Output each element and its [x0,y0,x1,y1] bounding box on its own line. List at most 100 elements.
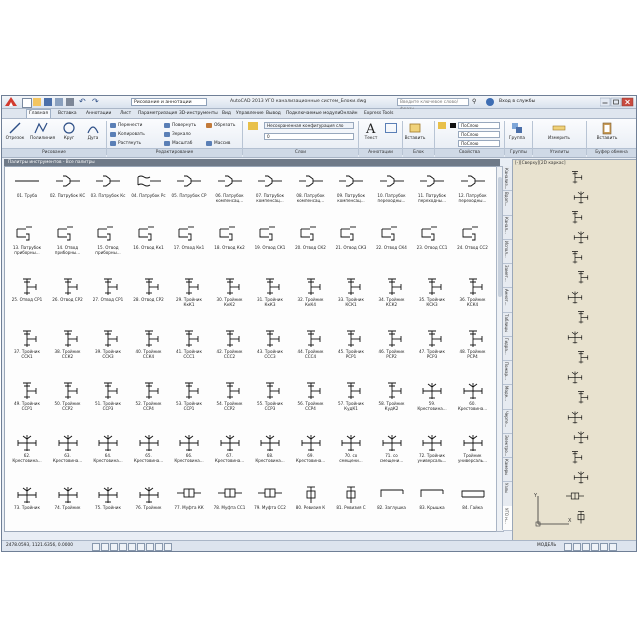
tab-view[interactable]: Вид [220,110,233,118]
palette-tool-item[interactable]: 47. Тройник РСР3 [414,329,450,362]
palette-tool-item[interactable]: 09. Патрубок компенсац... [333,173,369,206]
palette-tool-item[interactable]: 20. Отвод СК2 [293,225,329,258]
palette-tool-item[interactable]: 52. Тройник ССР4 [131,381,167,414]
palette-tool-item[interactable]: 64. Крестовина... [90,433,126,466]
palette-tool-item[interactable]: 79. Муфта СС2 [252,485,288,518]
print-icon[interactable] [66,98,74,106]
palette-side-tab[interactable]: Узлы [503,481,512,507]
palette-tool-item[interactable]: 11. Патрубок переходны... [414,173,450,206]
palette-tool-item[interactable]: 10. Патрубок переходны... [374,173,410,206]
palette-tool-item[interactable]: 39. Тройник ССК3 [90,329,126,362]
palette-tool-item[interactable]: 73. Тройник [9,485,45,518]
palette-tool-item[interactable]: Тройник универсаль... [455,433,491,466]
palette-tool-item[interactable]: 69. Крестовина... [293,433,329,466]
palette-tool-item[interactable]: 36. Тройник КСК4 [455,277,491,310]
palette-tool-item[interactable]: 82. Заглушка [374,485,410,518]
palette-tool-item[interactable]: 74. Тройник [50,485,86,518]
tee-socket-icon[interactable] [565,250,585,265]
palette-tool-item[interactable]: 32. Тройник КкК4 [293,277,329,310]
palette-tool-item[interactable]: 25. Отвод СР1 [9,277,45,310]
tee-socket-icon[interactable] [565,170,585,185]
tab-home[interactable]: Главная [26,109,51,118]
layer-state-select[interactable]: Несохраненная конфигурация сло [264,122,354,129]
group-block-label[interactable]: Блок [403,148,434,157]
lock-icon[interactable] [582,543,590,551]
array-button[interactable]: Массив [206,140,230,147]
tee-socket-icon[interactable] [571,310,591,325]
palette-side-tab[interactable]: Черте... [503,409,512,434]
snap-toggle[interactable] [92,543,100,551]
dyn-toggle[interactable] [155,543,163,551]
tab-annotate[interactable]: Аннотации [84,110,113,118]
mirror-button[interactable]: Зеркало [164,131,191,138]
cross-socket-icon[interactable] [571,190,591,205]
palette-tool-item[interactable]: 58. Тройник КудК2 [374,381,410,414]
arc-tool-button[interactable]: Дуга [82,121,104,141]
group-layers-label[interactable]: Слои [243,148,358,157]
tab-plugins[interactable]: Подключаемые модули [284,110,342,118]
dimension-icon[interactable] [385,123,397,133]
line-tool-button[interactable]: Отрезок [4,121,26,141]
grid-toggle[interactable] [101,543,109,551]
palette-tool-item[interactable]: 06. Патрубок компенсац... [212,173,248,206]
tee-socket-icon[interactable] [571,270,591,285]
palette-side-tab[interactable]: Канал... [503,215,512,240]
autocad-logo-icon[interactable] [4,96,18,107]
cross-socket-icon[interactable] [565,330,585,345]
palette-side-tab[interactable]: Вдоп... [503,190,512,216]
palette-tool-item[interactable]: 31. Тройник КкК3 [252,277,288,310]
palette-side-tab[interactable]: Канализ... [503,166,512,192]
search-input[interactable]: Введите ключевое слово/фразу [397,98,469,112]
save-icon[interactable] [44,98,52,106]
palette-tool-item[interactable]: 22. Отвод СК4 [374,225,410,258]
palette-tool-item[interactable]: 24. Отвод СС2 [455,225,491,258]
palette-tool-item[interactable]: 44. Тройник ССС4 [293,329,329,362]
palette-tool-item[interactable]: 77. Муфта КК [171,485,207,518]
coordinates-readout[interactable]: 2478.0593, 1121.6356, 0.0000 [6,541,73,551]
current-layer-select[interactable]: 0 [264,133,354,140]
login-button[interactable]: Вход в службы [499,98,535,106]
palette-tool-item[interactable]: 08. Патрубок компенсац... [293,173,329,206]
osnap-toggle[interactable] [128,543,136,551]
palette-tool-item[interactable]: 80. Ревизия К [293,485,329,518]
palette-tool-item[interactable]: 70. со смещени... [333,433,369,466]
workspace-switch-icon[interactable] [573,543,581,551]
tab-express-tools[interactable]: Express Tools [362,110,395,118]
palette-tool-item[interactable]: 19. Отвод СК1 [252,225,288,258]
palette-tool-item[interactable]: 17. Отвод Кк1 [171,225,207,258]
palette-tool-item[interactable]: 72. Тройник универсаль... [414,433,450,466]
palette-side-tab[interactable]: Таблицы [503,312,512,337]
palette-tool-item[interactable]: 29. Тройник КкК1 [171,277,207,310]
palette-tool-item[interactable]: 59. Крестовина... [414,381,450,414]
workspace-select[interactable]: Рисование и аннотации [131,98,207,106]
group-modify-label[interactable]: Редактирование [107,148,242,157]
palette-tool-item[interactable]: 46. Тройник РСР2 [374,329,410,362]
palette-tool-item[interactable]: 05. Патрубок СР [171,173,207,206]
palette-side-tab[interactable]: Камеры [503,457,512,483]
isolate-objects-icon[interactable] [600,543,608,551]
palette-tool-item[interactable]: 65. Крестовина... [131,433,167,466]
tee-socket-icon[interactable] [571,350,591,365]
palette-tool-item[interactable]: 34. Тройник КСК2 [374,277,410,310]
palette-side-tab[interactable]: Пожар... [503,360,512,386]
clean-screen-icon[interactable] [609,543,617,551]
revision-icon[interactable] [571,510,591,525]
new-file-icon[interactable] [22,98,32,108]
layer-properties-icon[interactable] [248,122,258,130]
palette-tool-item[interactable]: 40. Тройник ССК4 [131,329,167,362]
palette-tool-item[interactable]: 56. Тройник ССР4 [293,381,329,414]
palette-side-tab[interactable]: Аннот... [503,287,512,313]
measure-button[interactable]: Измерить [548,121,570,141]
save-as-icon[interactable] [55,98,63,106]
group-utilities-label[interactable]: Утилиты [533,148,586,157]
palette-tool-item[interactable]: 49. Тройник ССР1 [9,381,45,414]
window-controls[interactable] [600,97,634,107]
palette-tool-item[interactable]: 55. Тройник ССР3 [252,381,288,414]
tab-parametric[interactable]: Параметризация [136,110,179,118]
palette-tool-item[interactable]: 30. Тройник КкК2 [212,277,248,310]
palette-tool-item[interactable]: 33. Тройник КСК1 [333,277,369,310]
group-annotation-label[interactable]: Аннотации [359,148,402,157]
palette-tool-item[interactable]: 13. Патрубок приборны... [9,225,45,258]
insert-block-button[interactable]: Вставить [404,121,426,141]
palette-tool-item[interactable]: 15. Отвод приборны... [90,225,126,258]
